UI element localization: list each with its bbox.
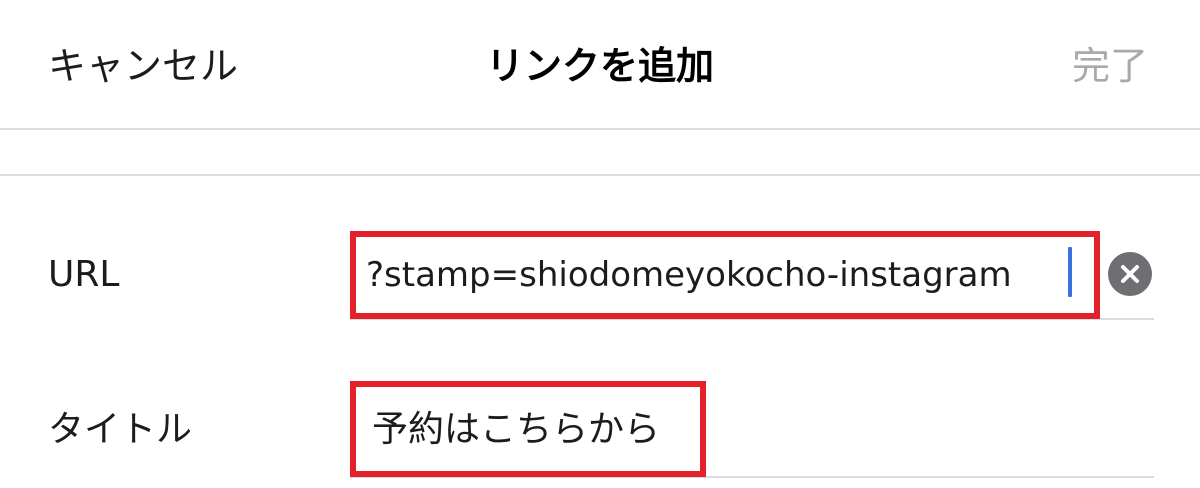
page-title: リンクを追加: [485, 44, 714, 88]
url-label: URL: [48, 254, 120, 295]
clear-circle-icon: [1121, 265, 1139, 283]
title-input[interactable]: 予約はこちらから: [372, 404, 692, 456]
text-caret: [1068, 247, 1072, 297]
url-input[interactable]: ?stamp=shiodomeyokocho-instagram: [366, 250, 1066, 300]
section-divider: [0, 174, 1200, 176]
clear-url-button[interactable]: [1108, 252, 1152, 296]
navigation-bar: キャンセル リンクを追加 完了: [0, 0, 1200, 128]
title-label: タイトル: [48, 409, 193, 450]
section-gap: [0, 130, 1200, 174]
done-button[interactable]: 完了: [1072, 40, 1148, 92]
